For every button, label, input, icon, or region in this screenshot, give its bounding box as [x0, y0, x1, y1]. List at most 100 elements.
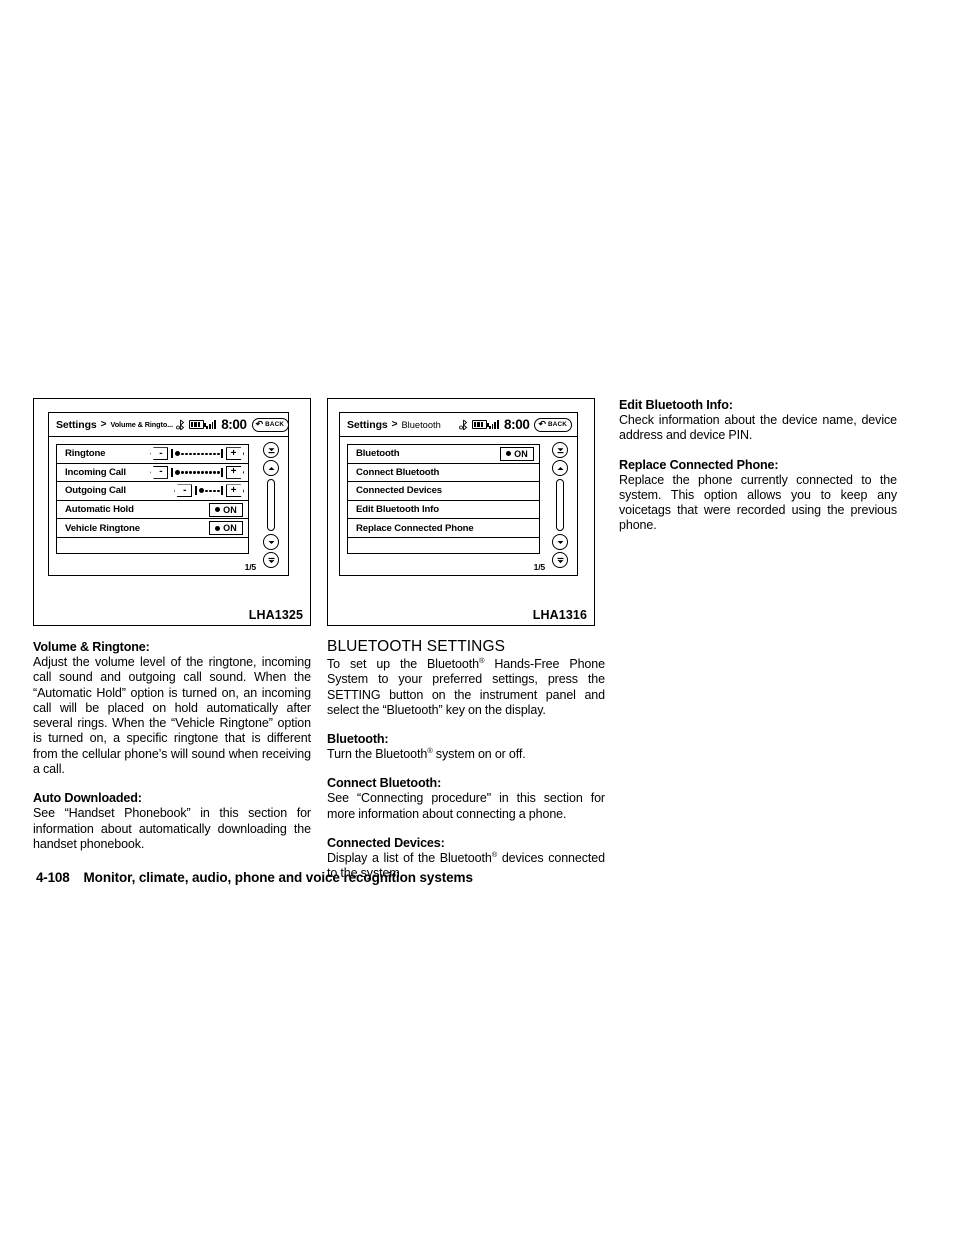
text-part: system on or off. — [432, 747, 526, 762]
figure-code: LHA1325 — [248, 608, 303, 622]
list-item-empty — [347, 536, 540, 554]
figure-bluetooth-settings: Settings > Bluetooth 8:00 ↶ BACK Bluetoo… — [327, 398, 595, 626]
list-item[interactable]: Bluetooth ON — [347, 444, 540, 463]
list-item[interactable]: Connect Bluetooth — [347, 462, 540, 482]
row-label: Replace Connected Phone — [356, 522, 474, 534]
footer-page-number: 4-108 — [36, 870, 70, 885]
row-label: Incoming Call — [65, 466, 126, 478]
status-icons: 8:00 ↶ BACK — [458, 417, 572, 432]
status-icons: 8:00 ↶ BACK — [176, 417, 288, 432]
list-item[interactable]: Edit Bluetooth Info — [347, 499, 540, 519]
screen-breadcrumb: Volume & Ringto... — [110, 420, 173, 429]
volume-decrease-button[interactable]: - — [150, 447, 169, 461]
volume-increase-button[interactable]: + — [226, 447, 244, 461]
scrollbar-track[interactable] — [556, 479, 564, 531]
list-item[interactable]: Incoming Call - + — [56, 462, 249, 482]
volume-increase-button[interactable]: + — [226, 484, 244, 498]
back-arrow-icon: ↶ — [538, 419, 546, 429]
text-part: To set up the Bluetooth — [327, 657, 479, 671]
row-label: Connected Devices — [356, 485, 442, 497]
back-button[interactable]: ↶ BACK — [251, 417, 288, 432]
heading-auto-downloaded: Auto Downloaded: — [33, 791, 142, 806]
volume-control: - + — [174, 484, 248, 498]
paragraph-bluetooth: Turn the Bluetooth® system on or off. — [327, 747, 605, 762]
back-button[interactable]: ↶ BACK — [534, 417, 572, 432]
nav-screen-volume-ringtone: Settings > Volume & Ringto... 8:00 ↶ BAC… — [48, 412, 289, 576]
volume-control: - + — [150, 465, 248, 479]
back-button-label: BACK — [548, 421, 567, 428]
breadcrumb-separator: > — [391, 419, 398, 430]
scroll-bottom-button[interactable] — [552, 552, 568, 568]
heading-volume-ringtone: Volume & Ringtone: — [33, 640, 150, 654]
screen-title: Settings — [347, 418, 388, 431]
bluetooth-icon — [176, 419, 187, 430]
signal-icon — [488, 420, 500, 429]
list-item[interactable]: Connected Devices — [347, 481, 540, 500]
volume-decrease-button[interactable]: - — [150, 465, 169, 479]
signal-icon — [206, 420, 217, 429]
screen-breadcrumb: Bluetooth — [401, 419, 441, 430]
paragraph-replace-connected-phone: Replace the phone currently connected to… — [619, 472, 897, 533]
scrollbar-track[interactable] — [267, 479, 275, 531]
row-label: Bluetooth — [356, 448, 400, 460]
battery-icon — [471, 420, 489, 429]
row-label: Vehicle Ringtone — [65, 522, 140, 534]
list-item-empty — [56, 536, 249, 554]
toggle-state: ON — [223, 504, 237, 515]
heading-connect-bluetooth: Connect Bluetooth: — [327, 776, 442, 791]
paragraph-edit-bluetooth-info: Check information about the device name,… — [619, 413, 897, 443]
back-arrow-icon: ↶ — [255, 419, 264, 429]
list-item[interactable]: Vehicle Ringtone ON — [56, 518, 249, 537]
row-label: Ringtone — [65, 448, 106, 460]
list-item[interactable]: Automatic Hold ON — [56, 499, 249, 519]
text-part: Display a list of the Bluetooth — [327, 851, 492, 866]
scroll-top-button[interactable] — [552, 442, 568, 458]
toggle-indicator-icon — [506, 451, 512, 457]
volume-increase-button[interactable]: + — [226, 465, 244, 479]
page-footer: 4-108 Monitor, climate, audio, phone and… — [36, 870, 473, 885]
row-label: Connect Bluetooth — [356, 466, 440, 478]
figure-volume-ringtone: Settings > Volume & Ringto... 8:00 ↶ BAC… — [33, 398, 311, 626]
scroll-bottom-button[interactable] — [263, 552, 279, 568]
toggle-button[interactable]: ON — [500, 446, 534, 461]
list-item[interactable]: Replace Connected Phone — [347, 518, 540, 537]
toggle-state: ON — [223, 523, 237, 534]
middle-column: Settings > Bluetooth 8:00 ↶ BACK Bluetoo… — [327, 398, 605, 882]
scroll-controls — [260, 442, 282, 568]
volume-control: - + — [150, 447, 248, 461]
volume-bar[interactable] — [171, 449, 223, 459]
volume-bar[interactable] — [171, 467, 223, 477]
heading-edit-bluetooth-info: Edit Bluetooth Info: — [619, 398, 733, 412]
paragraph-auto-downloaded: See “Handset Phonebook” in this section … — [33, 806, 311, 851]
back-button-label: BACK — [265, 421, 285, 428]
section-title-bluetooth-settings: BLUETOOTH SETTINGS — [327, 638, 506, 655]
volume-decrease-button[interactable]: - — [174, 484, 193, 498]
settings-list: Ringtone - + Incoming Call - + Outgoing … — [56, 444, 249, 554]
toggle-state: ON — [514, 448, 528, 459]
paragraph-volume-ringtone: Adjust the volume level of the ringtone,… — [33, 655, 311, 777]
row-label: Edit Bluetooth Info — [356, 504, 439, 516]
scroll-top-button[interactable] — [263, 442, 279, 458]
heading-replace-connected-phone: Replace Connected Phone: — [619, 457, 779, 472]
screen-header: Settings > Bluetooth 8:00 ↶ BACK — [340, 413, 577, 437]
toggle-button[interactable]: ON — [209, 502, 243, 517]
list-item[interactable]: Outgoing Call - + — [56, 481, 249, 500]
toggle-indicator-icon — [215, 525, 221, 531]
clock: 8:00 — [221, 417, 247, 432]
toggle-button[interactable]: ON — [209, 521, 243, 536]
screen-header: Settings > Volume & Ringto... 8:00 ↶ BAC… — [49, 413, 288, 437]
volume-bar[interactable] — [195, 486, 223, 496]
page-indicator: 1/5 — [533, 562, 546, 572]
paragraph-bluetooth-intro: To set up the Bluetooth® Hands-Free Phon… — [327, 657, 605, 718]
scroll-up-button[interactable] — [552, 460, 568, 476]
scroll-down-button[interactable] — [552, 534, 568, 550]
scroll-controls — [549, 442, 571, 568]
scroll-up-button[interactable] — [263, 460, 279, 476]
nav-screen-bluetooth: Settings > Bluetooth 8:00 ↶ BACK Bluetoo… — [339, 412, 578, 576]
manual-page: Settings > Volume & Ringto... 8:00 ↶ BAC… — [0, 0, 954, 1235]
row-label: Outgoing Call — [65, 485, 126, 497]
scroll-down-button[interactable] — [263, 534, 279, 550]
list-item[interactable]: Ringtone - + — [56, 444, 249, 463]
screen-body: Ringtone - + Incoming Call - + Outgoing … — [49, 437, 288, 575]
settings-list: Bluetooth ON Connect Bluetooth Connected… — [347, 444, 540, 554]
